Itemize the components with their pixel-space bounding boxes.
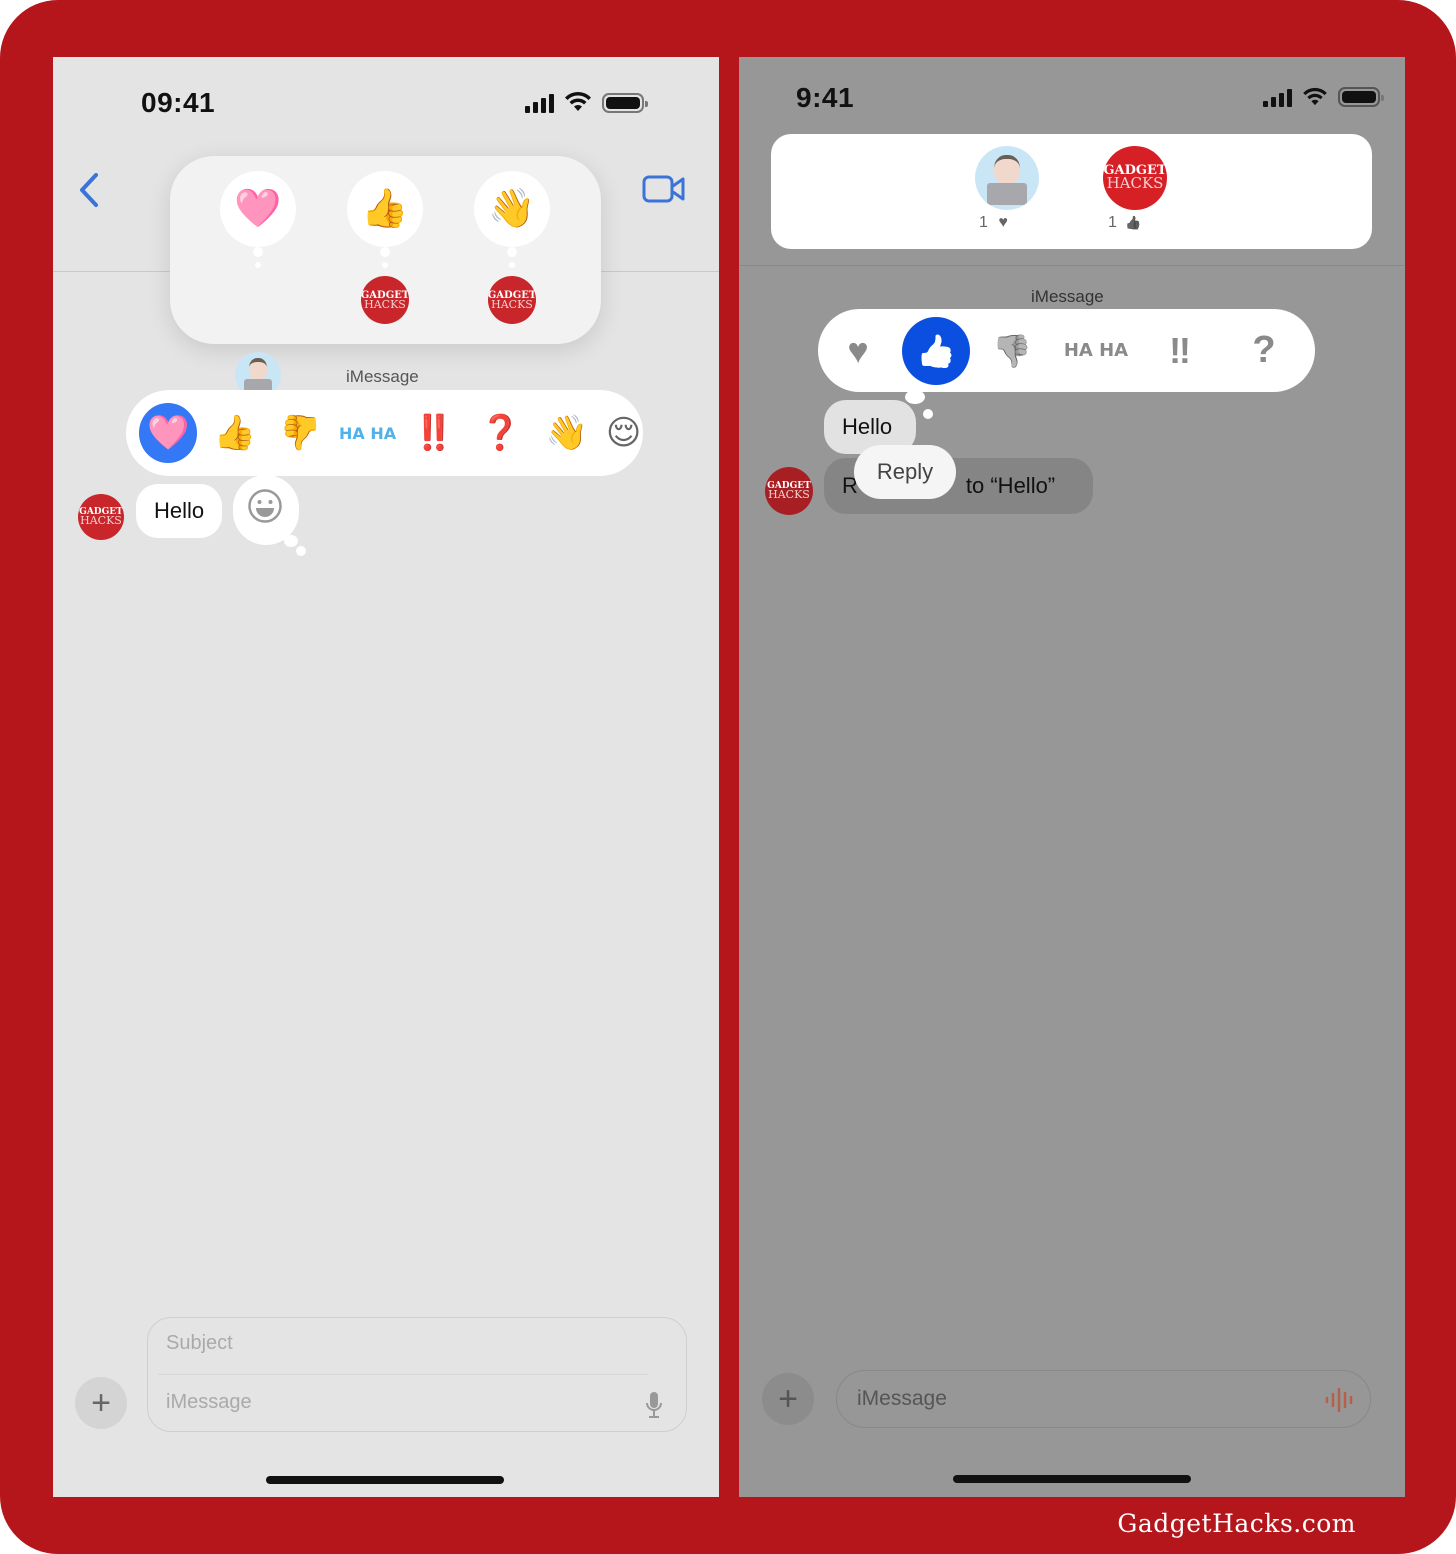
bubble-tail xyxy=(507,247,517,257)
waveform-icon[interactable] xyxy=(1324,1387,1356,1413)
add-attachment-button[interactable]: + xyxy=(75,1377,127,1429)
add-attachment-button[interactable]: + xyxy=(762,1373,814,1425)
reactions-card: 🩷 👍 GADGET HACKS 👋 GADGET HACKS xyxy=(170,156,601,398)
microphone-icon[interactable] xyxy=(644,1390,664,1420)
reaction-column: 👋 GADGET HACKS xyxy=(474,171,550,324)
tapback-thumbs-down[interactable]: 👎 xyxy=(970,332,1054,370)
tapback-question[interactable]: ? xyxy=(1222,329,1306,372)
compose-divider xyxy=(158,1374,648,1375)
heart-icon: ♥ xyxy=(998,214,1008,231)
watermark: GadgetHacks.com xyxy=(1117,1509,1356,1538)
reactions-summary-card: 1 ♥ GADGET HACKS 1 👍 xyxy=(771,134,1372,249)
message-bubble[interactable]: Hello xyxy=(136,484,222,538)
tapback-thumbs-up[interactable]: 👍 xyxy=(205,413,263,453)
reaction-count-thumbs-up: 1 👍 xyxy=(1108,214,1142,231)
reaction-count-heart: 1 ♥ xyxy=(979,214,1008,231)
reply-button[interactable]: Reply xyxy=(854,445,956,499)
subject-input[interactable]: Subject xyxy=(166,1332,233,1355)
status-time: 9:41 xyxy=(796,82,855,113)
tapback-more-emoji[interactable]: 😌 xyxy=(604,413,643,453)
heart-reaction-bubble: 🩷 xyxy=(220,171,296,247)
cellular-signal-icon xyxy=(525,94,554,113)
service-label: iMessage xyxy=(346,367,419,386)
video-camera-icon[interactable] xyxy=(642,174,686,204)
bubble-tail xyxy=(923,409,933,419)
reaction-column: 👍 GADGET HACKS xyxy=(347,171,423,324)
tapback-thumbs-up[interactable]: 👍 xyxy=(902,316,970,385)
tapback-exclamation[interactable]: ‼️ xyxy=(405,413,463,453)
bubble-tail xyxy=(380,247,390,257)
memoji-avatar[interactable] xyxy=(975,146,1039,210)
compose-field: iMessage xyxy=(836,1370,1371,1428)
status-icons xyxy=(1263,87,1384,107)
chevron-left-icon[interactable] xyxy=(78,172,100,208)
sender-avatar[interactable]: GADGET HACKS xyxy=(765,467,813,515)
bubble-tail xyxy=(296,546,306,556)
tapback-question[interactable]: ❓ xyxy=(471,413,529,453)
home-indicator[interactable] xyxy=(266,1476,504,1484)
tapback-haha[interactable]: HA HA xyxy=(338,425,396,441)
battery-icon xyxy=(602,93,648,113)
tapback-bar: ♥ 👍 👎 HA HA ‼ ? xyxy=(818,309,1315,392)
gadget-hacks-avatar[interactable]: GADGET HACKS xyxy=(361,276,409,324)
tapback-exclamation[interactable]: ‼ xyxy=(1138,330,1222,372)
battery-icon xyxy=(1338,87,1384,107)
sender-avatar[interactable]: GADGET HACKS xyxy=(78,494,124,540)
tapback-heart[interactable]: ♥ xyxy=(836,330,880,372)
smiley-icon xyxy=(248,489,282,523)
tapback-bar: 🩷 👍 👎 HA HA ‼️ ❓ 👋 😌 xyxy=(126,390,643,476)
cellular-signal-icon xyxy=(1263,89,1292,107)
bubble-tail xyxy=(382,262,388,268)
header-divider xyxy=(739,265,1405,266)
thumbs-up-reaction-bubble: 👍 xyxy=(347,171,423,247)
wifi-icon xyxy=(565,91,591,111)
tapback-heart[interactable]: 🩷 xyxy=(139,403,198,463)
thumbs-up-icon: 👍 xyxy=(1125,215,1142,230)
bubble-tail xyxy=(255,262,261,268)
status-icons xyxy=(525,91,648,113)
gadget-hacks-avatar[interactable]: GADGET HACKS xyxy=(1103,146,1167,210)
bubble-tail xyxy=(284,535,298,547)
compose-field: Subject iMessage xyxy=(147,1317,687,1432)
bubble-tail xyxy=(253,247,263,257)
bubble-tail xyxy=(509,262,515,268)
reaction-notice-suffix: to “Hello” xyxy=(965,473,1056,498)
tapback-waving-hand[interactable]: 👋 xyxy=(538,413,596,453)
message-input[interactable]: iMessage xyxy=(166,1391,252,1414)
tapback-thumbs-down[interactable]: 👎 xyxy=(272,413,330,453)
bubble-tail xyxy=(905,390,925,404)
wifi-icon xyxy=(1303,87,1327,106)
right-phone-screen: 9:41 1 ♥ GADGET HACKS 1 👍 iMessage ♥ 👍 👎… xyxy=(739,57,1405,1497)
home-indicator[interactable] xyxy=(953,1475,1191,1483)
left-phone-screen: 09:41 🩷 👍 GADGET HACKS 👋 GADGET HACKS iM… xyxy=(53,57,719,1497)
message-input[interactable]: iMessage xyxy=(857,1387,947,1411)
waving-hand-reaction-bubble: 👋 xyxy=(474,171,550,247)
tapback-haha[interactable]: HA HA xyxy=(1054,342,1138,360)
gadget-hacks-avatar[interactable]: GADGET HACKS xyxy=(488,276,536,324)
reaction-column: 🩷 xyxy=(220,171,296,398)
status-time: 09:41 xyxy=(141,87,216,118)
service-label: iMessage xyxy=(1031,287,1104,306)
